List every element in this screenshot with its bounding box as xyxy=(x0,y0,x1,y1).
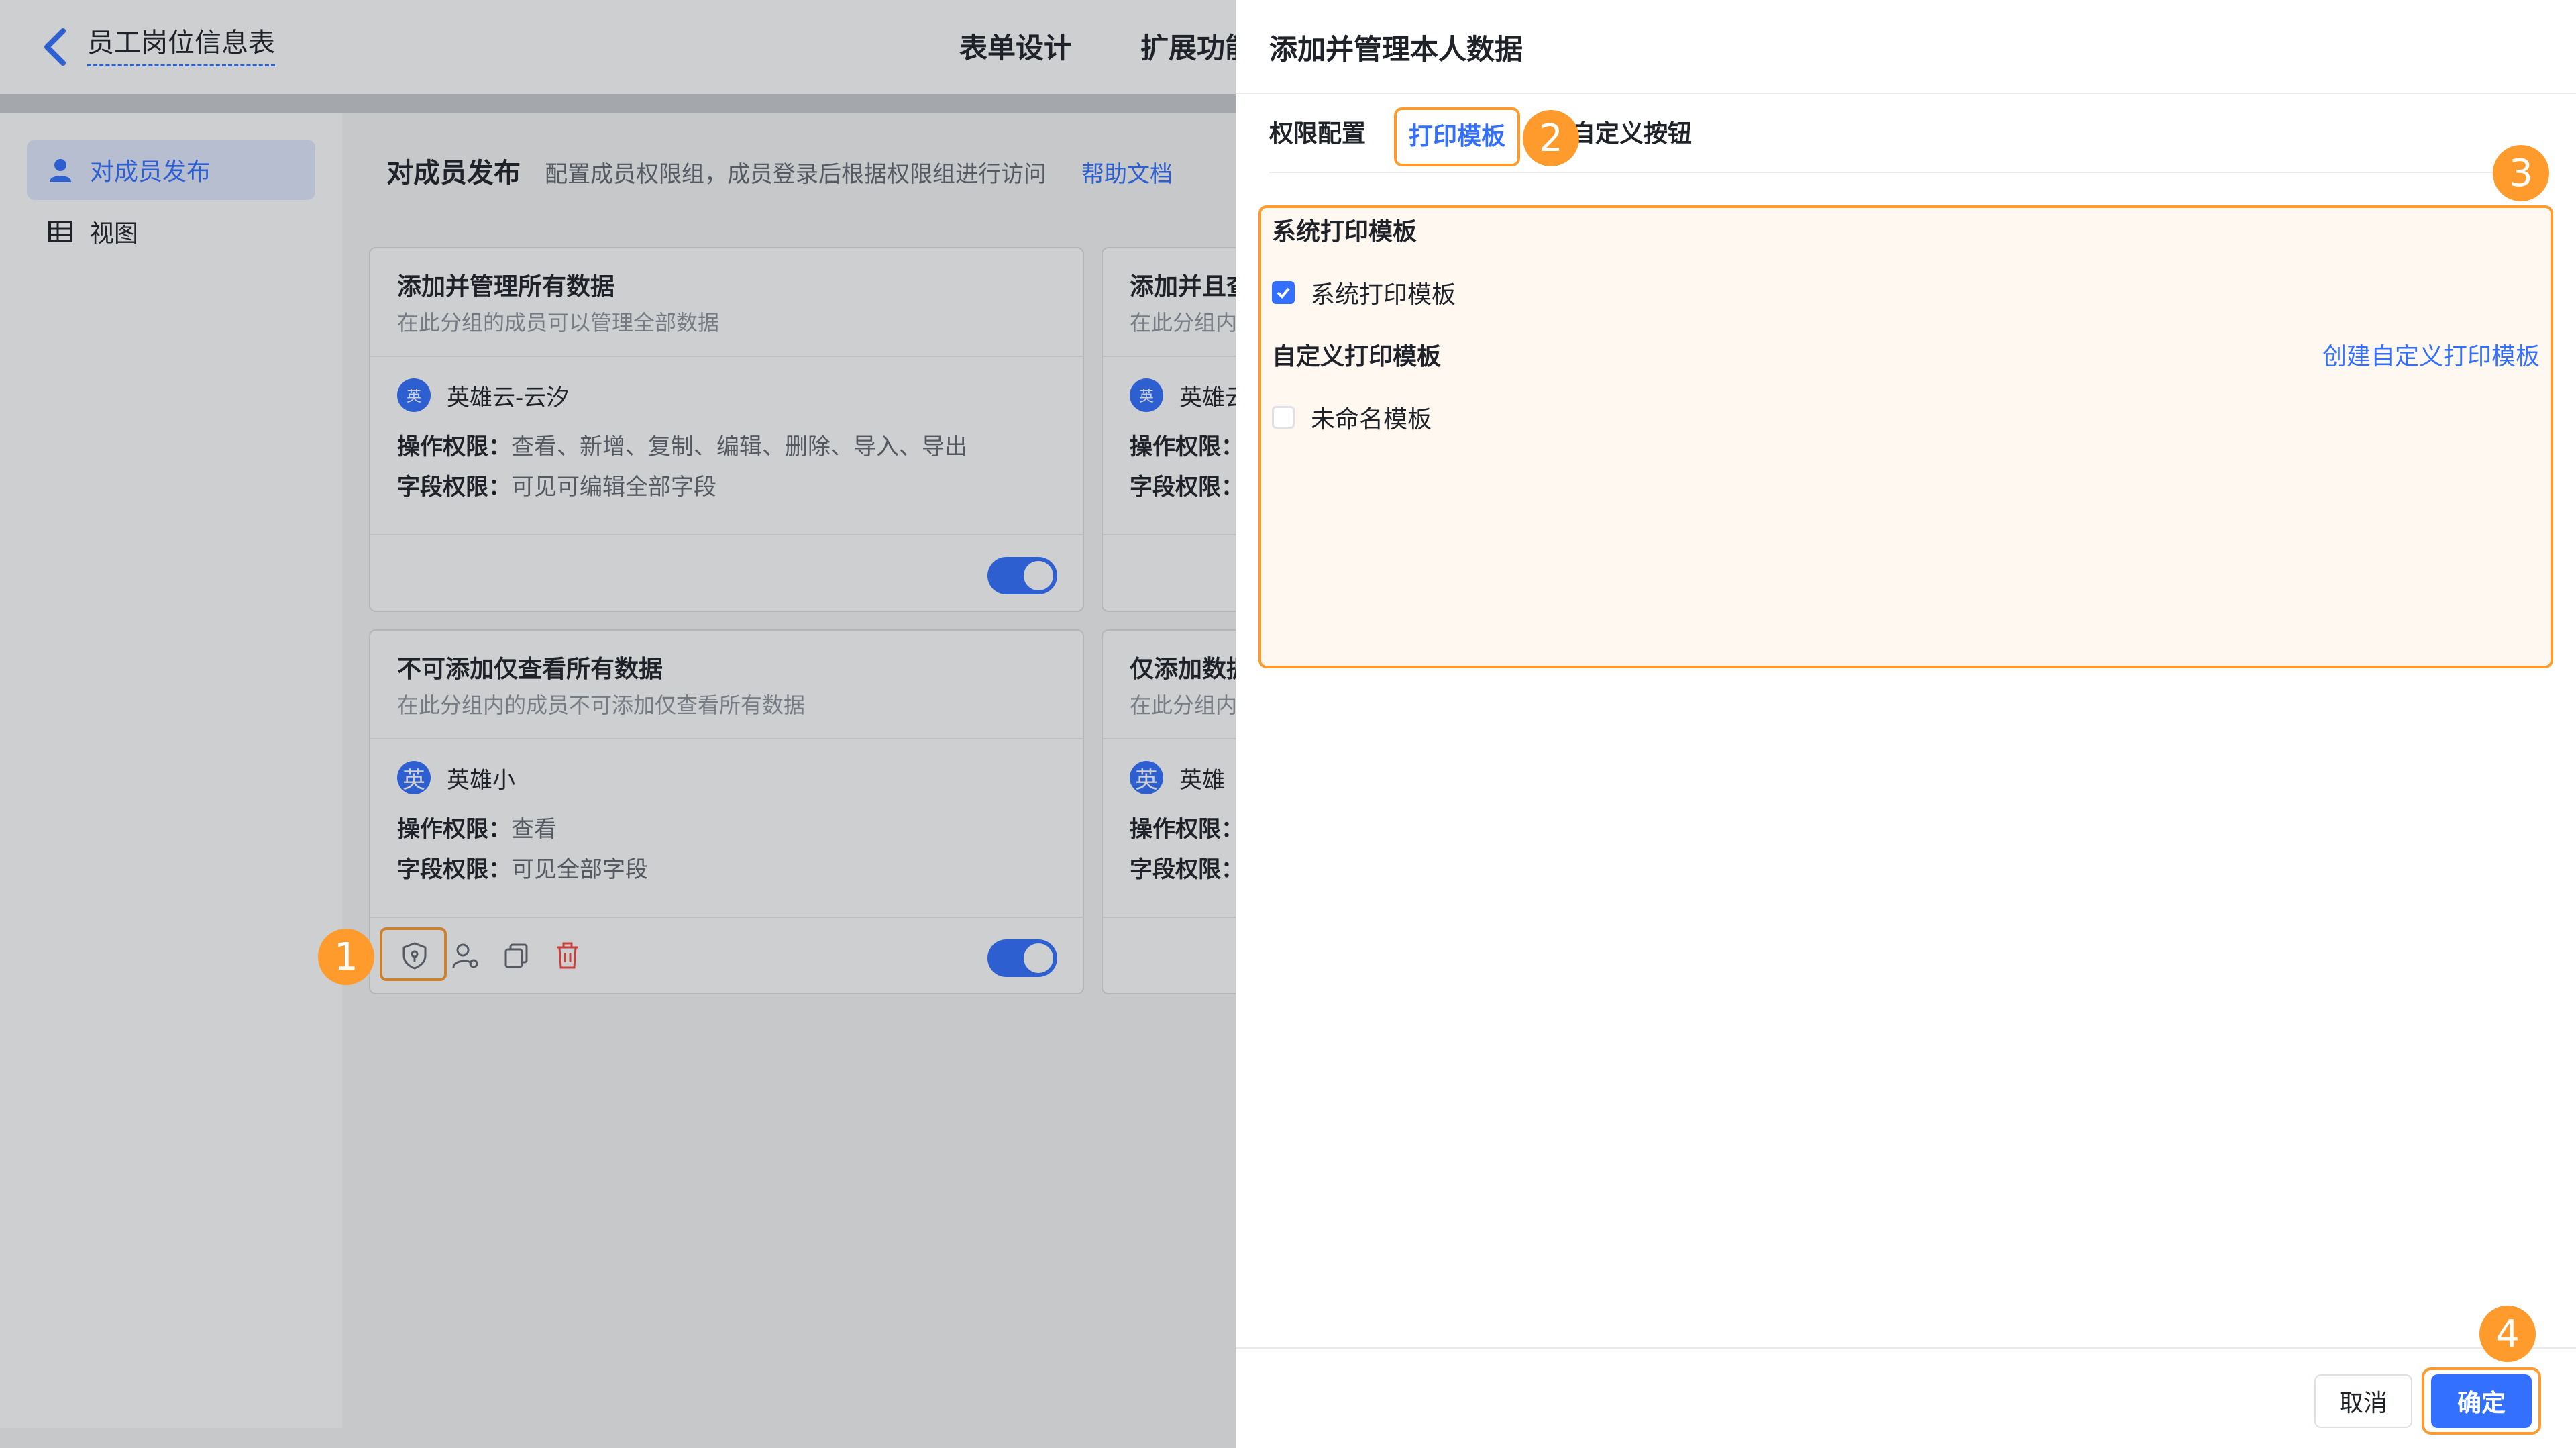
step-marker-4: 4 xyxy=(2479,1306,2536,1362)
drawer-title: 添加并管理本人数据 xyxy=(1269,33,1523,66)
step-marker-2: 2 xyxy=(1523,110,1579,166)
tab-print-template[interactable]: 打印模板 xyxy=(1394,107,1521,166)
option-label: 系统打印模板 xyxy=(1311,281,1456,309)
checkbox-unchecked-icon[interactable] xyxy=(1272,406,1295,429)
checkbox-checked-icon[interactable] xyxy=(1272,281,1295,304)
custom-template-heading: 自定义打印模板 xyxy=(1272,343,1442,370)
modal-overlay[interactable] xyxy=(0,0,1236,1448)
tab-custom-buttons[interactable]: 自定义按钮 xyxy=(1571,114,1692,154)
custom-template-option[interactable]: 未命名模板 xyxy=(1272,397,1432,437)
print-template-panel: 系统打印模板 系统打印模板 自定义打印模板 创建自定义打印模板 未命名模板 xyxy=(1258,205,2553,668)
option-label: 未命名模板 xyxy=(1311,406,1432,433)
cancel-button[interactable]: 取消 xyxy=(2314,1374,2412,1428)
create-custom-template-link[interactable]: 创建自定义打印模板 xyxy=(2322,337,2540,377)
system-template-option[interactable]: 系统打印模板 xyxy=(1272,272,1456,313)
tab-permission-config[interactable]: 权限配置 xyxy=(1269,114,1366,154)
step-marker-3: 3 xyxy=(2493,145,2549,201)
system-template-heading: 系统打印模板 xyxy=(1272,218,1417,246)
step-marker-1: 1 xyxy=(318,929,374,985)
confirm-button[interactable]: 确定 xyxy=(2431,1374,2532,1428)
